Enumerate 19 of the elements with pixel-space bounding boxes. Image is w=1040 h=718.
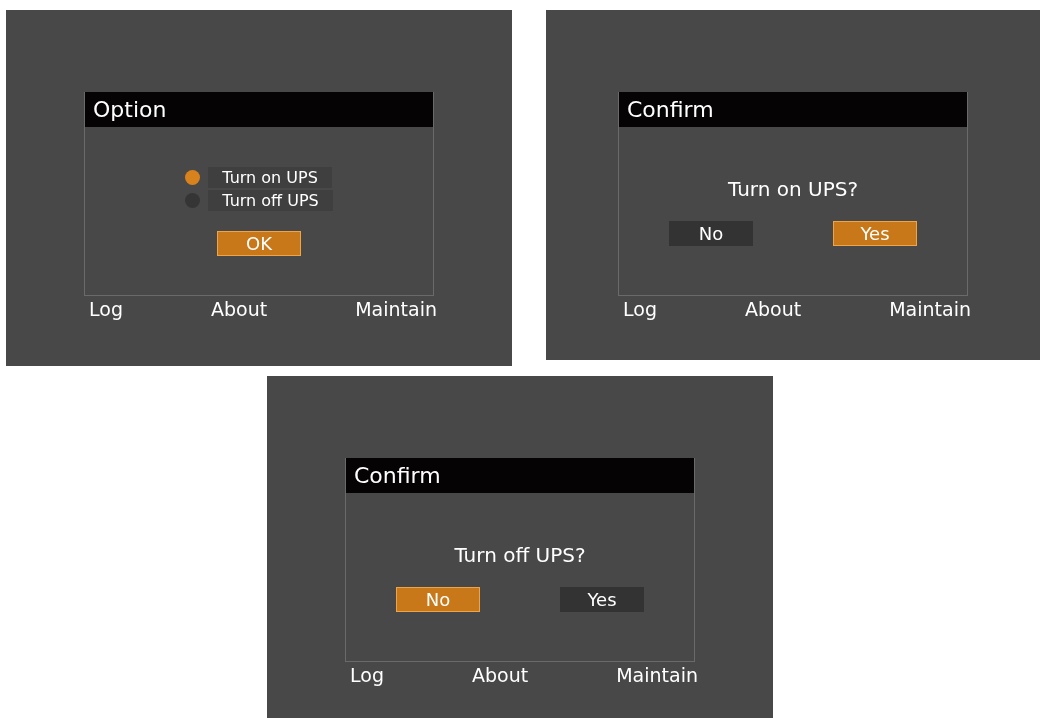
menu-label[interactable]: Log xyxy=(89,298,123,320)
dialog-title: Confirm xyxy=(346,458,694,493)
confirm-message: Turn off UPS? xyxy=(454,542,586,567)
dialog-button[interactable]: Yes xyxy=(560,586,644,612)
option-label[interactable]: Turn on UPS xyxy=(208,166,332,188)
radio-dot[interactable] xyxy=(185,169,201,185)
option-label[interactable]: Turn off UPS xyxy=(208,189,333,211)
menu-label[interactable]: Maintain xyxy=(616,664,698,686)
menu-label[interactable]: Maintain xyxy=(355,298,437,320)
menu-label[interactable]: Log xyxy=(623,298,657,320)
dialog-button[interactable]: No xyxy=(669,220,753,246)
menu-label[interactable]: About xyxy=(211,298,268,320)
menu-label[interactable]: Log xyxy=(350,664,384,686)
menu-label[interactable]: Maintain xyxy=(889,298,971,320)
menu-label[interactable]: About xyxy=(745,298,802,320)
dialog-title: Option xyxy=(85,92,433,127)
menu-label[interactable]: About xyxy=(472,664,529,686)
confirm-message: Turn on UPS? xyxy=(727,176,858,201)
dialog-title: Confirm xyxy=(619,92,967,127)
